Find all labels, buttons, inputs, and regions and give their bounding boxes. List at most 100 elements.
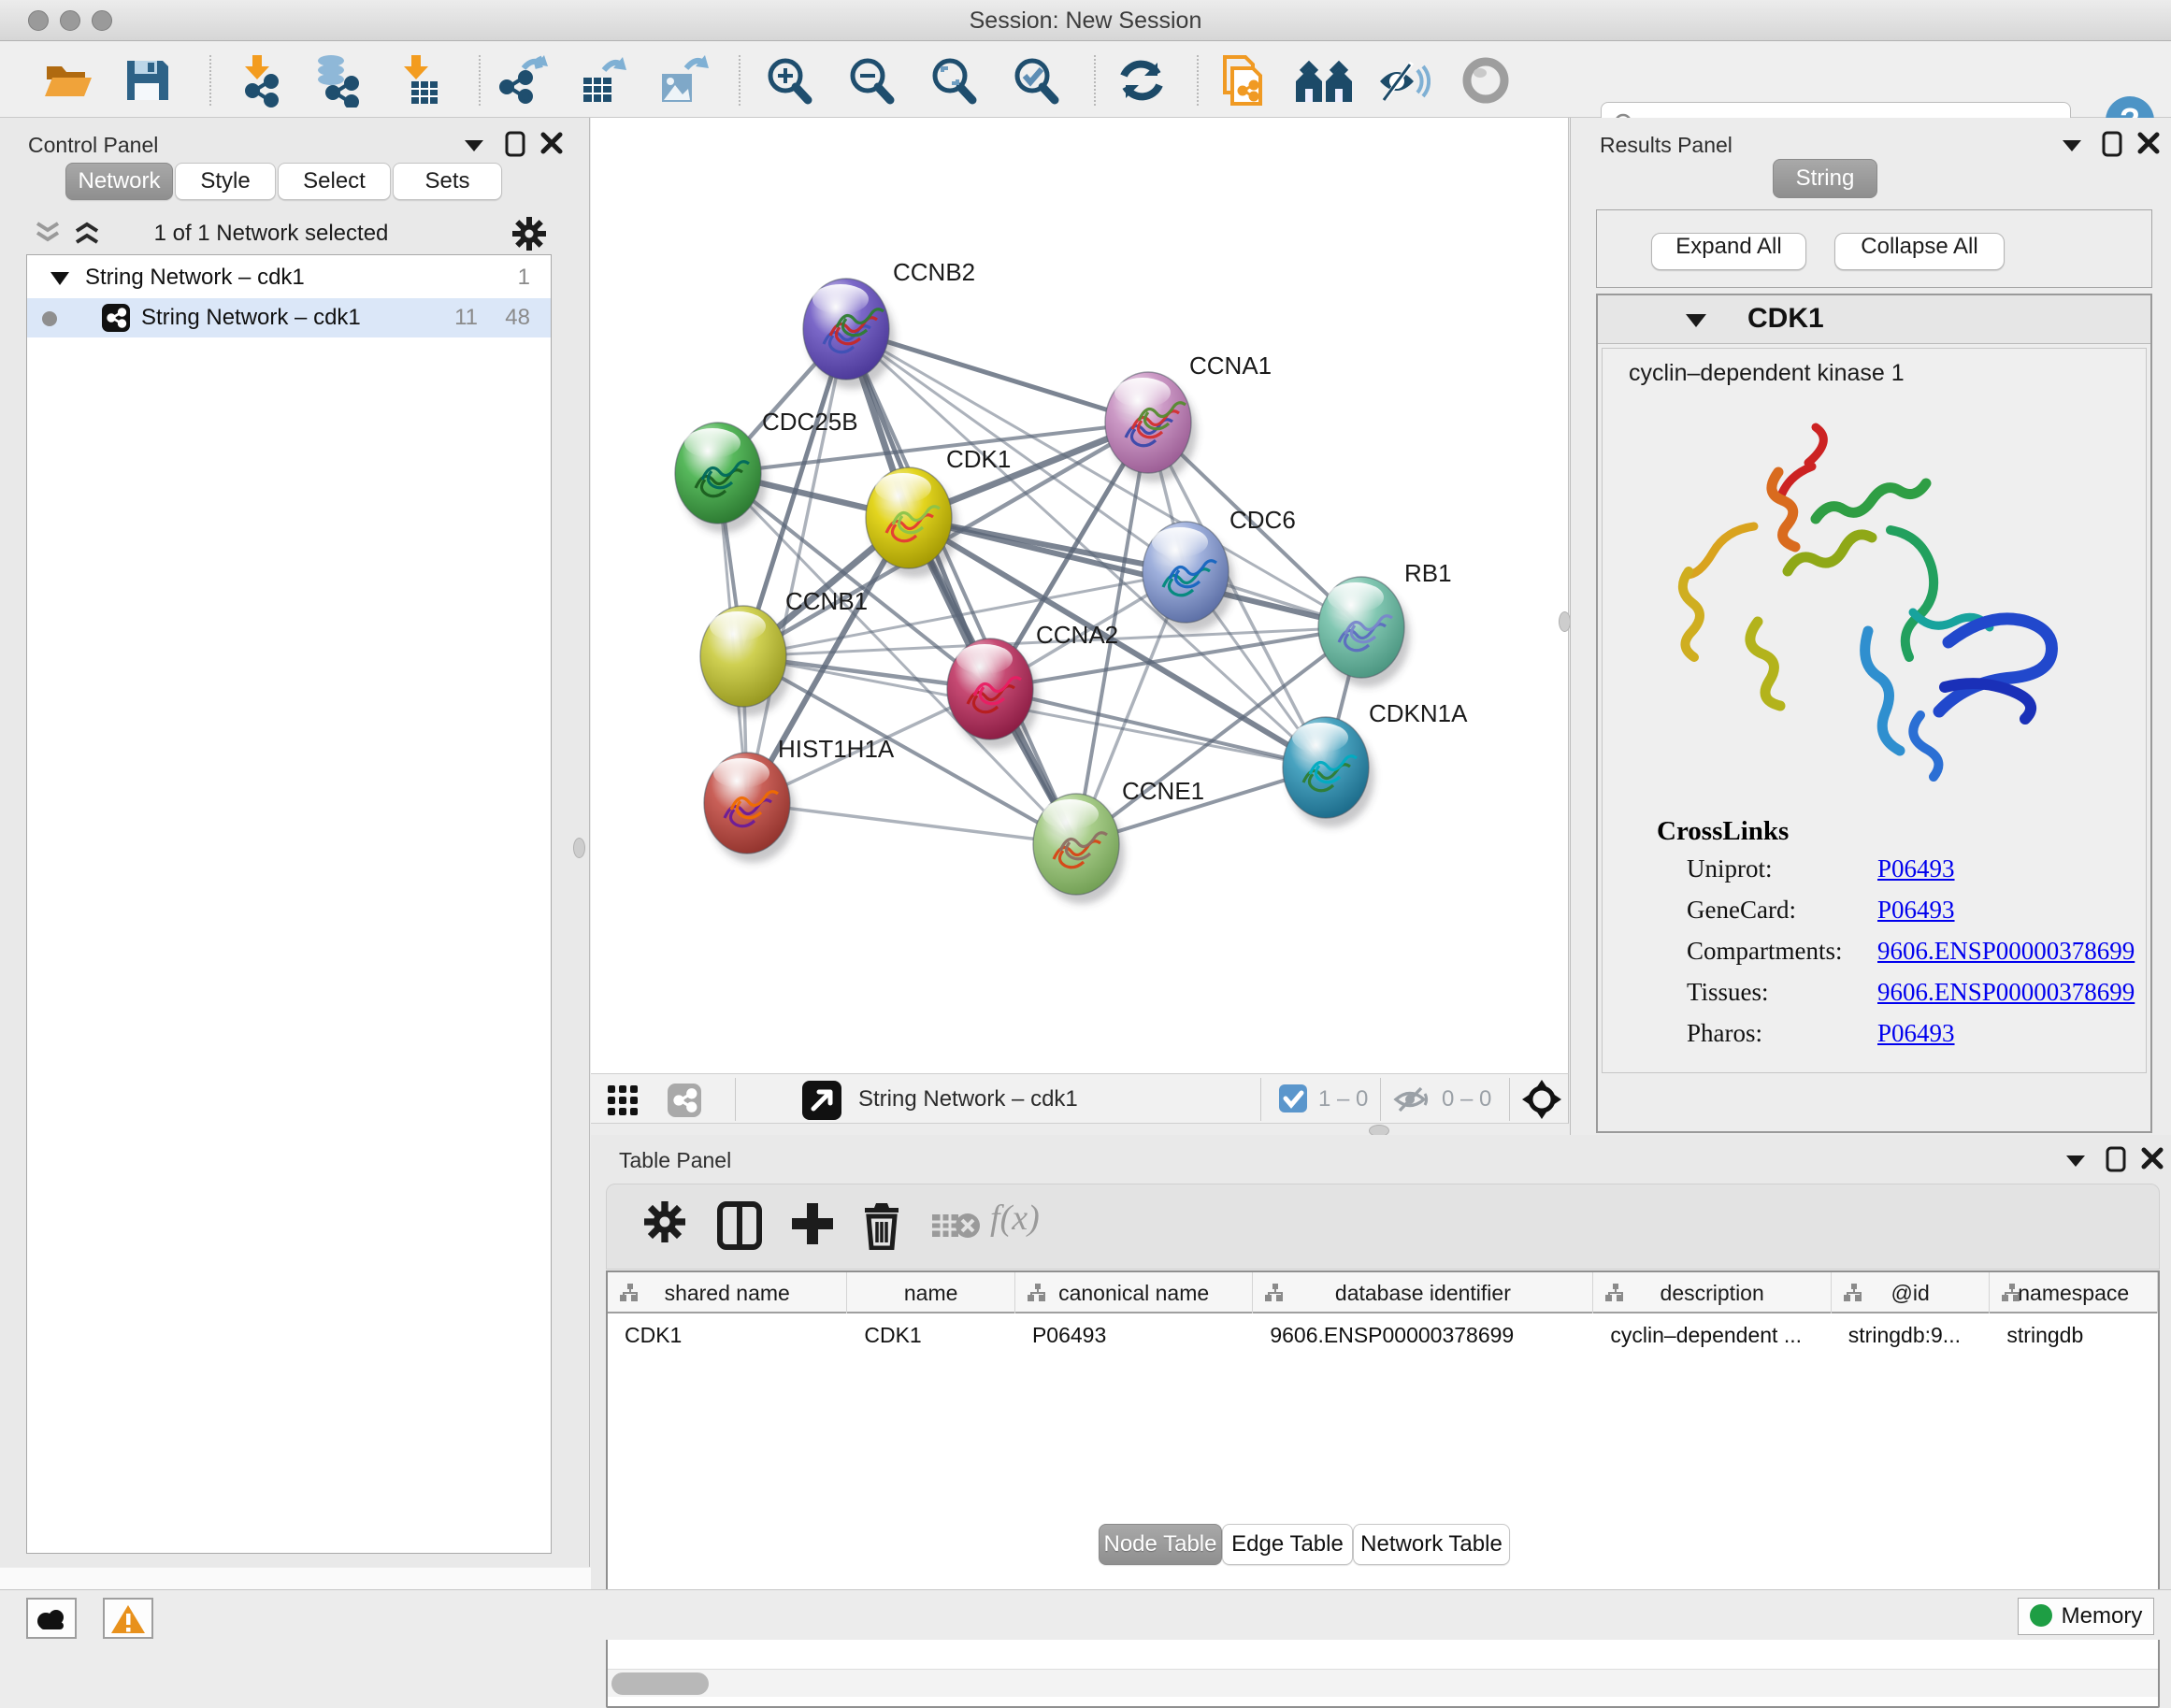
column-header-database-identifier[interactable]: database identifier [1253,1272,1593,1313]
open-session-icon[interactable] [41,53,95,108]
cell[interactable]: stringdb [1990,1315,2158,1355]
delete-table-icon[interactable] [932,1211,981,1242]
string-network-graph[interactable]: CCNB2CCNA1CDC25BCDK1CDC6RB1CCNB1CCNA2CDK… [591,118,1567,1071]
network-label: String Network – cdk1 [141,305,361,331]
column-label: @id [1832,1281,1990,1306]
node-CDKN1A[interactable]: CDKN1A [1283,699,1468,827]
grid-view-icon[interactable] [608,1085,640,1115]
zoom-selected-icon[interactable] [1008,53,1062,108]
tab-node-table[interactable]: Node Table [1099,1524,1222,1565]
pane-grip[interactable] [573,838,585,858]
table-row[interactable]: CDK1CDK1P064939606.ENSP00000378699cyclin… [608,1315,2158,1355]
export-table-icon[interactable] [576,53,630,108]
gene-name: CDK1 [1747,303,1824,335]
string-home-icon[interactable] [1294,53,1354,108]
tab-style[interactable]: Style [175,163,276,200]
column-header--id[interactable]: @id [1832,1272,1991,1313]
gear-icon[interactable] [512,217,546,251]
edge-CCNB2-CCNE1[interactable] [846,329,1076,844]
panel-menu-icon[interactable] [2061,138,2083,153]
crosslink-link[interactable]: 9606.ENSP00000378699 [1877,937,2135,966]
import-table-file-icon[interactable] [391,53,445,108]
node-CDK1[interactable]: CDK1 [866,445,1011,578]
float-panel-icon[interactable] [2106,1146,2126,1172]
crosslink-label: Tissues: [1687,978,1769,1007]
tab-select[interactable]: Select [278,163,391,200]
collapse-all-button[interactable]: Collapse All [1834,233,2005,270]
cloud-status-button[interactable] [26,1598,77,1639]
gene-section-header[interactable]: CDK1 [1598,295,2150,344]
network-row-selected[interactable]: String Network – cdk1 11 48 [27,298,551,337]
table-hscrollbar-thumb[interactable] [611,1672,709,1695]
clone-network-icon[interactable] [1215,53,1270,108]
float-panel-icon[interactable] [505,131,525,157]
cell[interactable]: stringdb:9... [1832,1315,1991,1355]
edge-CCNA2-CDKN1A[interactable] [990,689,1326,768]
cell[interactable]: cyclin–dependent ... [1593,1315,1831,1355]
create-column-plus-icon[interactable] [790,1201,835,1246]
show-eye-icon[interactable] [1459,53,1513,108]
network-list-view-icon[interactable] [668,1084,701,1117]
column-label: namespace [1990,1281,2157,1306]
memory-button[interactable]: Memory [2018,1598,2154,1635]
column-header-namespace[interactable]: namespace [1990,1272,2158,1313]
node-CCNE1[interactable]: CCNE1 [1033,777,1204,904]
zoom-fit-icon[interactable] [926,53,980,108]
close-panel-icon[interactable] [540,132,563,154]
save-session-icon[interactable] [120,53,174,108]
tab-sets[interactable]: Sets [393,163,502,200]
birdseye-view-icon[interactable] [802,1081,841,1120]
tab-string-results[interactable]: String [1773,159,1877,198]
cell[interactable]: P06493 [1015,1315,1253,1355]
export-image-icon[interactable] [656,53,711,108]
cell[interactable]: CDK1 [847,1315,1015,1355]
node-CDC25B[interactable]: CDC25B [675,408,858,533]
node-HIST1H1A[interactable]: HIST1H1A [704,735,895,863]
import-network-file-icon[interactable] [232,53,286,108]
close-panel-icon[interactable] [2137,132,2160,154]
network-collection-row[interactable]: String Network – cdk1 1 [27,259,551,298]
crosslink-row: Tissues: 9606.ENSP00000378699 [1657,970,2143,1012]
crosslink-link[interactable]: P06493 [1877,1019,1955,1048]
control-panel: Control Panel Network Style Select Sets … [0,118,590,1567]
show-columns-icon[interactable] [717,1201,762,1250]
float-panel-icon[interactable] [2102,131,2122,157]
fit-selected-crosshair-icon[interactable] [1522,1080,1561,1119]
export-network-icon[interactable] [496,53,550,108]
hide-glass-eye-icon[interactable] [1376,53,1431,108]
crosslink-link[interactable]: 9606.ENSP00000378699 [1877,978,2135,1007]
selected-checkbox-icon[interactable] [1279,1084,1307,1112]
table-hscrollbar[interactable] [608,1669,2158,1697]
bar-separator [1260,1078,1261,1121]
warning-status-button[interactable] [103,1598,153,1639]
collection-caret-icon[interactable] [50,271,70,286]
node-CDC6[interactable]: CDC6 [1143,506,1296,632]
tab-network-table[interactable]: Network Table [1353,1524,1510,1565]
close-panel-icon[interactable] [2141,1147,2164,1170]
network-canvas[interactable]: CCNB2CCNA1CDC25BCDK1CDC6RB1CCNB1CCNA2CDK… [591,118,1569,1073]
function-builder-icon[interactable]: f(x) [990,1198,1040,1239]
tab-edge-table[interactable]: Edge Table [1222,1524,1353,1565]
table-gear-icon[interactable] [644,1201,685,1242]
panel-menu-icon[interactable] [463,138,485,153]
crosslink-link[interactable]: P06493 [1877,854,1955,883]
column-header-name[interactable]: name [847,1272,1015,1313]
edge-HIST1H1A-CCNE1[interactable] [747,803,1076,844]
delete-column-trash-icon[interactable] [861,1201,902,1250]
cell[interactable]: 9606.ENSP00000378699 [1253,1315,1593,1355]
zoom-out-icon[interactable] [843,53,898,108]
refresh-view-icon[interactable] [1114,53,1169,108]
crosslink-link[interactable]: P06493 [1877,896,1955,925]
edge-CCNB2-HIST1H1A[interactable] [747,329,846,803]
expand-all-button[interactable]: Expand All [1651,233,1806,270]
import-network-database-icon[interactable] [309,53,363,108]
column-header-shared-name[interactable]: shared name [608,1272,847,1313]
node-RB1[interactable]: RB1 [1318,559,1452,687]
column-header-canonical-name[interactable]: canonical name [1015,1272,1253,1313]
column-header-description[interactable]: description [1593,1272,1831,1313]
cell[interactable]: CDK1 [608,1315,847,1355]
panel-menu-icon[interactable] [2064,1154,2087,1169]
tab-network[interactable]: Network [65,163,173,200]
gene-collapse-caret-icon[interactable] [1686,314,1706,327]
zoom-in-icon[interactable] [761,53,815,108]
